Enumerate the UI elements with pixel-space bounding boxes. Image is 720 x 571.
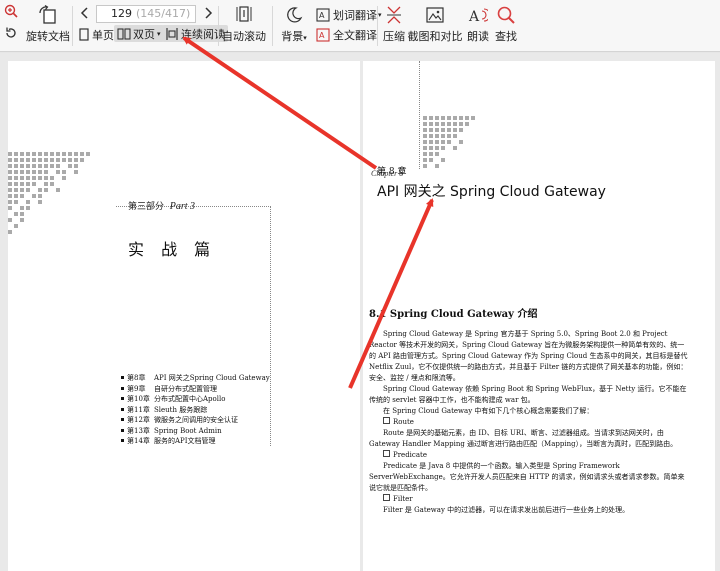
full-translate-label: 全文翻译 <box>333 29 377 42</box>
zoom-in-button[interactable] <box>4 4 18 18</box>
toc-chapter-title: 服务的API文档管理 <box>154 437 216 445</box>
decorative-dot-pattern <box>8 152 90 234</box>
screenshot-compare-label: 截图和对比 <box>407 30 463 43</box>
toolbar-separator <box>377 6 378 46</box>
toc-chapter-title: 微服务之间调用的安全认证 <box>154 416 238 424</box>
single-page-label: 单页 <box>92 29 114 42</box>
toc-item: 第10章 分布式配置中心Apollo <box>121 394 270 405</box>
decorative-dot-pattern <box>423 116 475 168</box>
zoom-in-icon <box>4 4 18 18</box>
undo-button[interactable] <box>4 26 18 40</box>
toc-item: 第9章 自研分布式配置管理 <box>121 384 270 395</box>
search-icon <box>497 6 515 24</box>
select-translate-label: 划词翻译 <box>333 9 377 22</box>
background-button[interactable]: 背景▾ <box>280 4 308 44</box>
svg-text:A: A <box>319 11 325 20</box>
screenshot-compare-button[interactable]: 截图和对比 <box>407 4 463 44</box>
prev-page-button[interactable] <box>80 6 90 20</box>
rotate-document-icon <box>39 5 56 24</box>
page-total: (145/417) <box>136 7 191 20</box>
part-table-of-contents: 第8章 API 网关之Spring Cloud Gateway 第9章 自研分布式配置… <box>121 373 270 447</box>
read-aloud-label: 朗读 <box>467 30 489 43</box>
part-title: 实 战 篇 <box>128 240 217 259</box>
compress-label: 压缩 <box>383 30 405 43</box>
toolbar-separator <box>218 6 219 46</box>
select-translate-button[interactable]: A 划词翻译 ▾ <box>316 7 382 23</box>
chapter-title: API 网关之 Spring Cloud Gateway <box>377 184 606 200</box>
background-moon-icon <box>287 7 303 23</box>
rotate-document-button[interactable]: 旋转文档 <box>26 4 70 44</box>
compress-icon <box>387 6 401 24</box>
search-button[interactable]: 查找 <box>492 4 520 44</box>
chevron-right-icon <box>205 7 213 19</box>
svg-text:A: A <box>319 31 325 40</box>
right-page: Chapter 8 第 8 章 API 网关之 Spring Cloud Gat… <box>363 61 715 571</box>
chevron-down-icon: ▾ <box>157 29 161 38</box>
part-label: 第三部分 Part 3 <box>128 201 196 212</box>
toc-chapter-number: 第11章 <box>127 405 150 414</box>
section-body: Spring Cloud Gateway 是 Spring 官方基于 Sprin… <box>369 329 691 516</box>
toc-chapter-number: 第8章 <box>127 374 146 382</box>
bullet-predicate: Predicate <box>369 450 691 461</box>
toc-chapter-number: 第9章 <box>127 384 146 393</box>
read-aloud-button[interactable]: A 朗读 <box>464 4 492 44</box>
toc-item: 第14章 服务的API文档管理 <box>121 436 270 447</box>
auto-scroll-label: 自动滚动 <box>222 30 266 43</box>
single-page-button[interactable]: 单页 <box>78 27 114 43</box>
toc-chapter-title: 自研分布式配置管理 <box>154 384 217 393</box>
toolbar-separator <box>72 6 73 46</box>
bullet-filter: Filter <box>369 494 691 505</box>
toc-item: 第8章 API 网关之Spring Cloud Gateway <box>121 373 270 384</box>
auto-scroll-icon <box>236 6 252 22</box>
left-page: 第三部分 Part 3 实 战 篇 第8章 API 网关之Spring Cloud… <box>8 61 360 571</box>
toc-chapter-number: 第10章 <box>127 395 150 403</box>
toc-chapter-number: 第14章 <box>127 437 150 445</box>
toc-item: 第13章 Spring Boot Admin <box>121 426 270 437</box>
double-page-button[interactable]: 双页 ▾ <box>114 25 164 42</box>
toc-chapter-title: Spring Boot Admin <box>154 426 222 435</box>
toc-item: 第12章 微服务之间调用的安全认证 <box>121 415 270 426</box>
next-page-button[interactable] <box>203 6 213 20</box>
page-current: 129 <box>111 7 132 20</box>
continuous-read-icon <box>166 27 178 40</box>
toc-chapter-title: Sleuth 服务跟踪 <box>154 405 208 414</box>
double-page-icon <box>117 27 131 40</box>
toolbar: 旋转文档 129 (145/417) 单页 双页 ▾ 连续阅读 自动滚动 背景▾… <box>0 0 720 52</box>
toc-item: 第11章 Sleuth 服务跟踪 <box>121 405 270 416</box>
chevron-left-icon <box>80 7 88 19</box>
undo-icon <box>6 27 16 38</box>
chapter-frame <box>363 61 420 169</box>
paragraph: Spring Cloud Gateway 是 Spring 官方基于 Sprin… <box>369 330 688 382</box>
select-translate-icon: A <box>316 8 330 22</box>
page-number-input[interactable]: 129 (145/417) <box>96 5 196 23</box>
toolbar-separator <box>272 6 273 46</box>
paragraph: Spring Cloud Gateway 依赖 Spring Boot 和 Sp… <box>369 385 687 404</box>
section-heading: 8.1 Spring Cloud Gateway 介绍 <box>369 309 538 320</box>
full-translate-icon: A <box>316 28 330 42</box>
rotate-document-label: 旋转文档 <box>26 30 70 43</box>
toc-chapter-number: 第12章 <box>127 416 150 424</box>
svg-text:A: A <box>468 9 480 25</box>
background-label: 背景▾ <box>281 30 307 43</box>
single-page-icon <box>79 28 89 41</box>
chapter-label: 第 8 章 <box>377 167 407 177</box>
paragraph: Filter 是 Gateway 中的过滤器，可以在请求发出前后进行一些业务上的… <box>383 506 630 514</box>
auto-scroll-button[interactable]: 自动滚动 <box>222 4 266 44</box>
full-translate-button[interactable]: A 全文翻译 <box>316 27 377 43</box>
paragraph: Predicate 是 Java 8 中提供的一个函数。输入类型是 Spring… <box>369 462 685 492</box>
screenshot-compare-icon <box>426 7 444 23</box>
toc-chapter-title: 分布式配置中心Apollo <box>154 395 226 403</box>
double-page-label: 双页 <box>133 27 155 41</box>
compress-button[interactable]: 压缩 <box>380 4 408 44</box>
toc-chapter-number: 第13章 <box>127 426 150 435</box>
bullet-route: Route <box>369 417 691 428</box>
toc-chapter-title: API 网关之Spring Cloud Gateway <box>154 374 270 382</box>
paragraph: Route 是网关的基础元素，由 ID、目标 URI、断言、过滤器组成。当请求到… <box>369 429 678 448</box>
search-label: 查找 <box>495 30 517 43</box>
document-viewer[interactable]: 第三部分 Part 3 实 战 篇 第8章 API 网关之Spring Cloud… <box>0 53 720 571</box>
paragraph: 在 Spring Cloud Gateway 中有如下几个核心概念需要我们了解： <box>383 407 594 415</box>
read-aloud-icon: A <box>468 8 488 25</box>
pdf-reader-app: 旋转文档 129 (145/417) 单页 双页 ▾ 连续阅读 自动滚动 背景▾… <box>0 0 720 571</box>
